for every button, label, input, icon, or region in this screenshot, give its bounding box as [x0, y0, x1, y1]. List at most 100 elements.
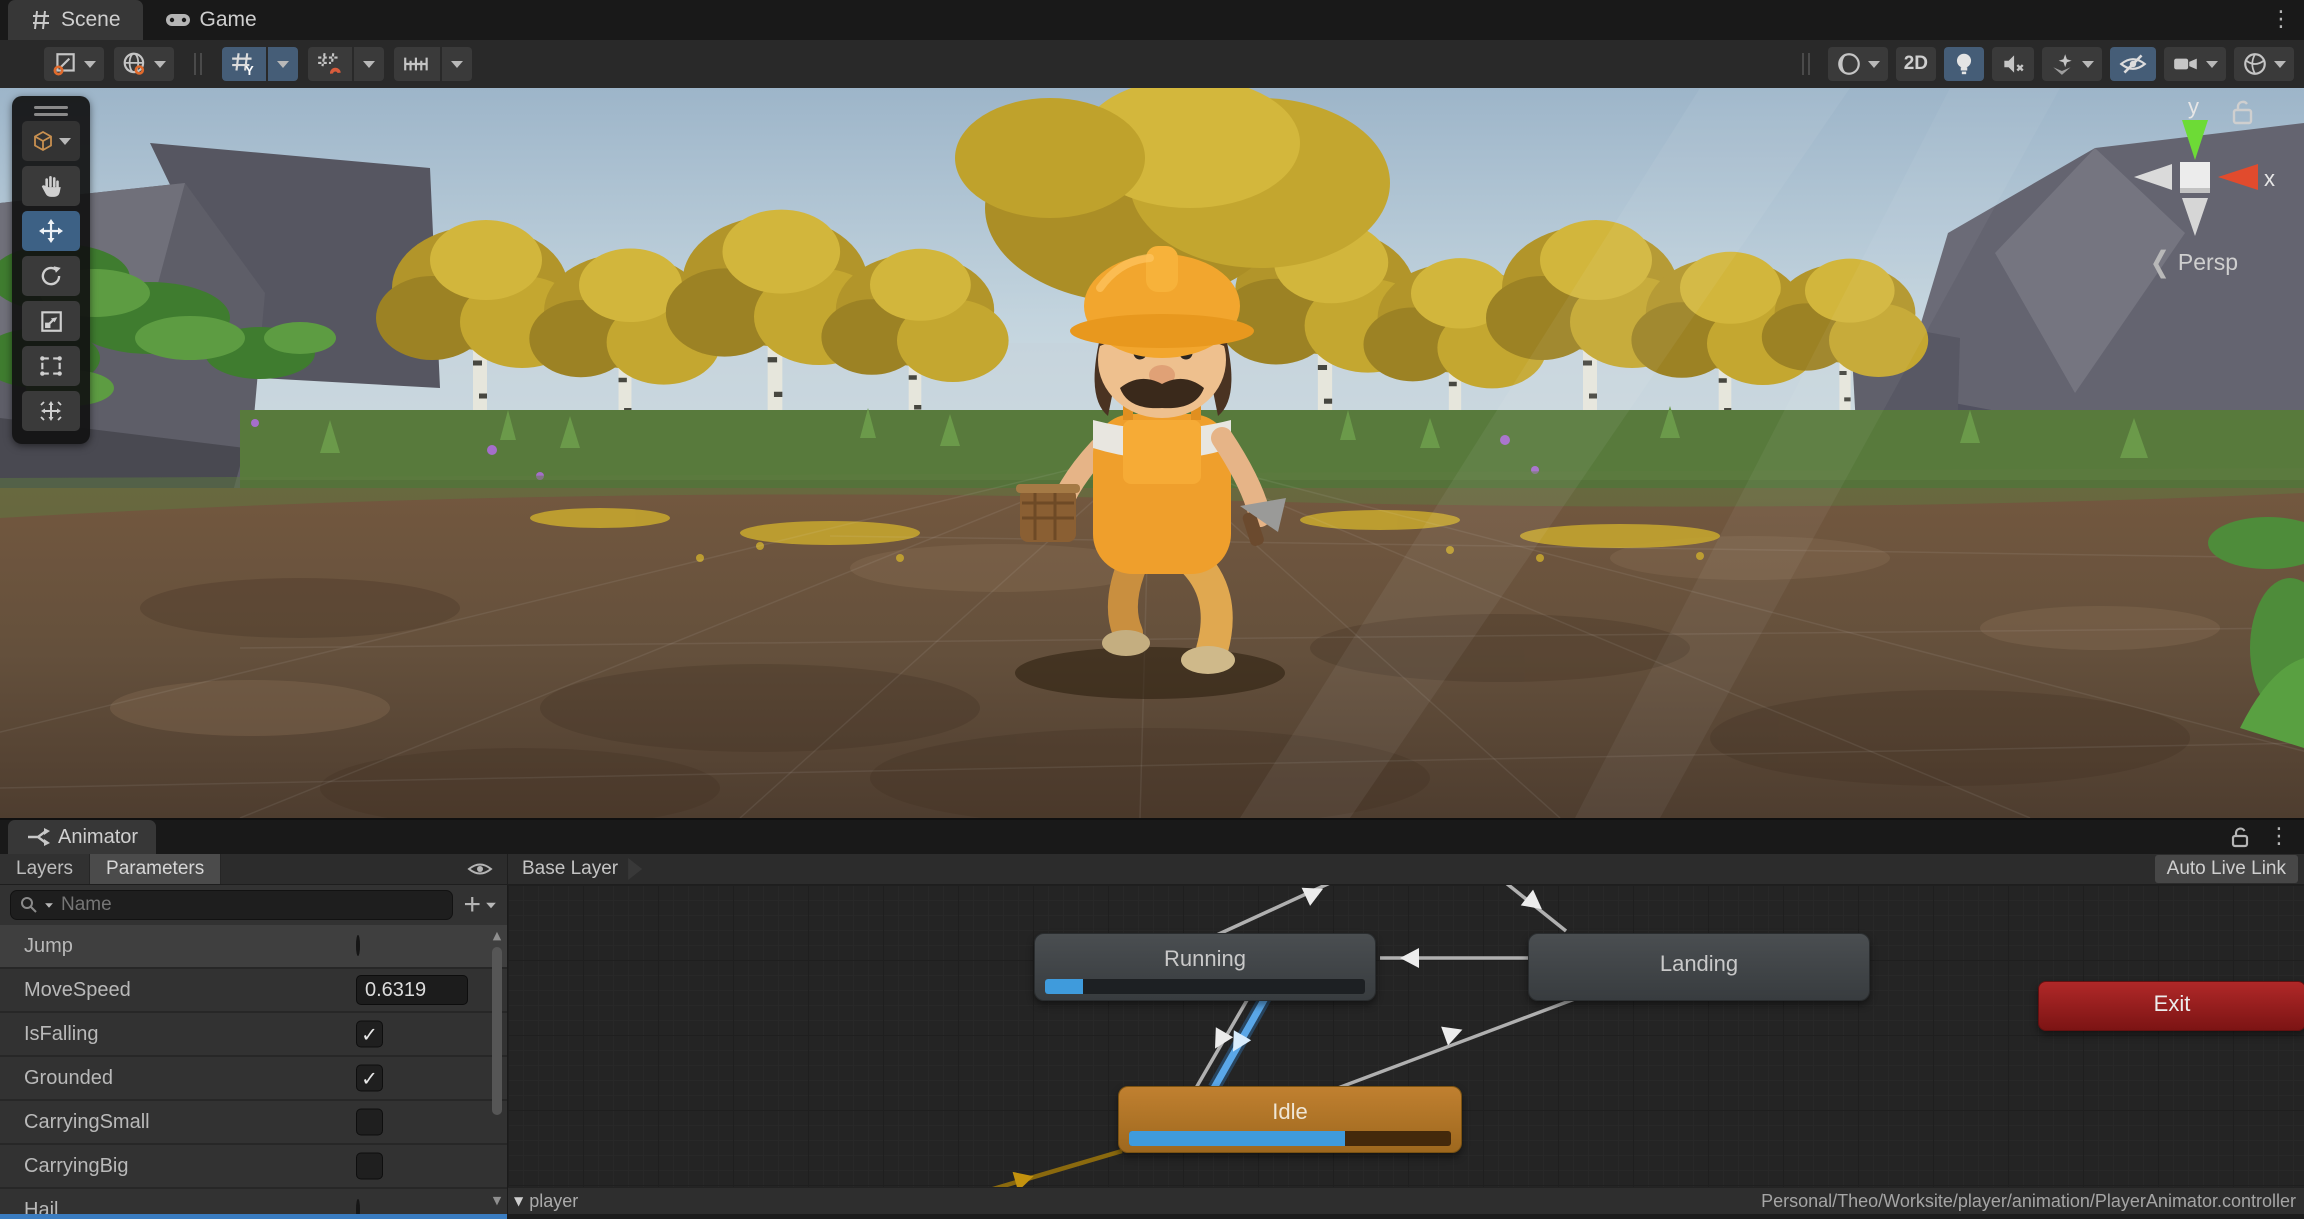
parameter-row-isfalling[interactable]: IsFalling ✓: [0, 1013, 507, 1057]
state-node-landing[interactable]: Landing: [1528, 933, 1870, 1001]
scene-visibility-button[interactable]: [2110, 47, 2156, 81]
axis-y-label: y: [2188, 94, 2199, 119]
snap-magnet-button[interactable]: [308, 47, 352, 81]
graph-footer-strip: [508, 1214, 2304, 1219]
ruler-snap-button[interactable]: [394, 47, 440, 81]
dropdown-caret-icon: [2082, 61, 2094, 68]
preview-eye-icon[interactable]: [467, 860, 493, 878]
scene-toolbar: Y: [0, 40, 2304, 88]
rotate-tool-button[interactable]: [22, 256, 80, 296]
ruler-snap-dropdown[interactable]: [442, 47, 472, 81]
hand-tool-icon: [38, 173, 64, 199]
2d-toggle-button[interactable]: 2D: [1896, 47, 1936, 81]
dropdown-caret-icon: [2206, 61, 2218, 68]
parameter-row-carryingbig[interactable]: CarryingBig ✓: [0, 1145, 507, 1189]
effects-star-icon: [2050, 51, 2076, 77]
rect-tool-button[interactable]: [22, 346, 80, 386]
transform-tool-button[interactable]: [22, 391, 80, 431]
selection-caret-icon: ▼: [514, 1194, 523, 1208]
global-axis-icon: [122, 51, 148, 77]
shading-mode-button[interactable]: [1828, 47, 1888, 81]
gizmo-x-axis-cone[interactable]: [2218, 164, 2258, 190]
audio-mute-icon: [2000, 51, 2026, 77]
dropdown-caret-icon: [59, 138, 71, 145]
auto-live-link-button[interactable]: Auto Live Link: [2155, 855, 2298, 883]
orientation-gizmo[interactable]: y x: [2116, 94, 2276, 254]
state-machine-graph[interactable]: Running Landing Idle Exit: [508, 885, 2304, 1219]
snap-magnet-dropdown[interactable]: [354, 47, 384, 81]
grid-snap-y-button[interactable]: Y: [222, 47, 266, 81]
scrollbar-thumb[interactable]: [492, 947, 502, 1115]
breadcrumb-base-layer[interactable]: Base Layer: [522, 858, 618, 880]
parameters-hscrollbar[interactable]: [0, 1214, 508, 1219]
view-options-button[interactable]: [22, 121, 80, 161]
grid-snap-dropdown[interactable]: [268, 47, 298, 81]
gizmo-y-axis-cone[interactable]: [2182, 120, 2208, 160]
snap-magnet-icon: [316, 51, 344, 77]
window-menu-kebab-icon[interactable]: ⋮: [2270, 9, 2292, 31]
scale-tool-button[interactable]: [22, 301, 80, 341]
bool-checkbox[interactable]: ✓: [356, 1021, 383, 1048]
unity-editor-window: Scene Game ⋮: [0, 0, 2304, 1219]
state-node-running[interactable]: Running: [1034, 933, 1376, 1001]
lighting-toggle-button[interactable]: [1944, 47, 1984, 81]
parameters-scrollbar[interactable]: ▲ ▼: [489, 929, 505, 1207]
light-bulb-icon: [1952, 51, 1976, 77]
rotate-tool-icon: [38, 263, 64, 289]
parameter-row-jump[interactable]: Jump: [0, 925, 507, 969]
tab-parameters[interactable]: Parameters: [90, 854, 221, 884]
search-input[interactable]: [59, 893, 444, 917]
move-tool-button[interactable]: [22, 211, 80, 251]
gizmo-cube[interactable]: [2180, 162, 2210, 192]
gizmo-lock-icon[interactable]: [2234, 102, 2251, 123]
parameter-search-field[interactable]: [10, 890, 453, 920]
projection-label: Persp: [2178, 249, 2238, 276]
parameter-row-movespeed[interactable]: MoveSpeed: [0, 969, 507, 1013]
gizmos-toggle-button[interactable]: [2234, 47, 2294, 81]
hand-tool-button[interactable]: [22, 166, 80, 206]
toolbar-separator: [1802, 53, 1810, 75]
dropdown-caret-icon: [2274, 61, 2286, 68]
rect-tool-icon: [38, 353, 64, 379]
scroll-down-icon[interactable]: ▼: [489, 1194, 505, 1207]
camera-preview-button[interactable]: [2164, 47, 2226, 81]
selection-dropdown[interactable]: ▼ player: [514, 1191, 578, 1212]
audio-mute-button[interactable]: [1992, 47, 2034, 81]
gizmo-neg-x-cone[interactable]: [2134, 164, 2172, 190]
basket: [1016, 484, 1080, 542]
add-parameter-button[interactable]: +: [463, 890, 497, 920]
bool-checkbox[interactable]: ✓: [356, 1109, 383, 1136]
tab-layers[interactable]: Layers: [0, 854, 90, 884]
bool-checkbox[interactable]: ✓: [356, 1153, 383, 1180]
global-axis-button[interactable]: [114, 47, 174, 81]
scene-grid-icon: [30, 9, 52, 31]
selection-label: player: [529, 1191, 578, 1212]
animator-panel: Animator ⋮ Layers Parameters Base L: [0, 818, 2304, 1219]
parameter-row-carryingsmall[interactable]: CarryingSmall ✓: [0, 1101, 507, 1145]
state-node-exit[interactable]: Exit: [2038, 981, 2304, 1031]
panel-lock-icon[interactable]: [2230, 826, 2250, 848]
tool-handle-pivot-button[interactable]: [44, 47, 104, 81]
ruler-snap-icon: [402, 51, 432, 77]
tab-animator[interactable]: Animator: [8, 820, 156, 854]
projection-indicator[interactable]: ❮ Persp: [2150, 248, 2238, 276]
overlay-drag-handle[interactable]: [16, 106, 86, 116]
tab-game[interactable]: Game: [143, 0, 279, 40]
scroll-up-icon[interactable]: ▲: [489, 929, 505, 942]
animator-toolbar: Layers Parameters Base Layer Auto Live L…: [0, 854, 2304, 885]
trigger-button[interactable]: [356, 935, 360, 956]
panel-menu-kebab-icon[interactable]: ⋮: [2268, 826, 2290, 848]
tab-scene[interactable]: Scene: [8, 0, 143, 40]
float-value-field[interactable]: [356, 975, 468, 1005]
effects-toggle-button[interactable]: [2042, 47, 2102, 81]
camera-icon: [2172, 51, 2200, 77]
scene-viewport[interactable]: y x ❮ Persp: [0, 88, 2304, 818]
state-node-idle[interactable]: Idle: [1118, 1086, 1462, 1153]
transform-tool-icon: [38, 398, 64, 424]
search-icon: [19, 895, 39, 915]
parameter-row-grounded[interactable]: Grounded ✓: [0, 1057, 507, 1101]
animator-icon: [26, 827, 50, 847]
scale-tool-icon: [38, 308, 64, 334]
bool-checkbox[interactable]: ✓: [356, 1065, 383, 1092]
gizmo-neg-y-cone[interactable]: [2182, 198, 2208, 236]
